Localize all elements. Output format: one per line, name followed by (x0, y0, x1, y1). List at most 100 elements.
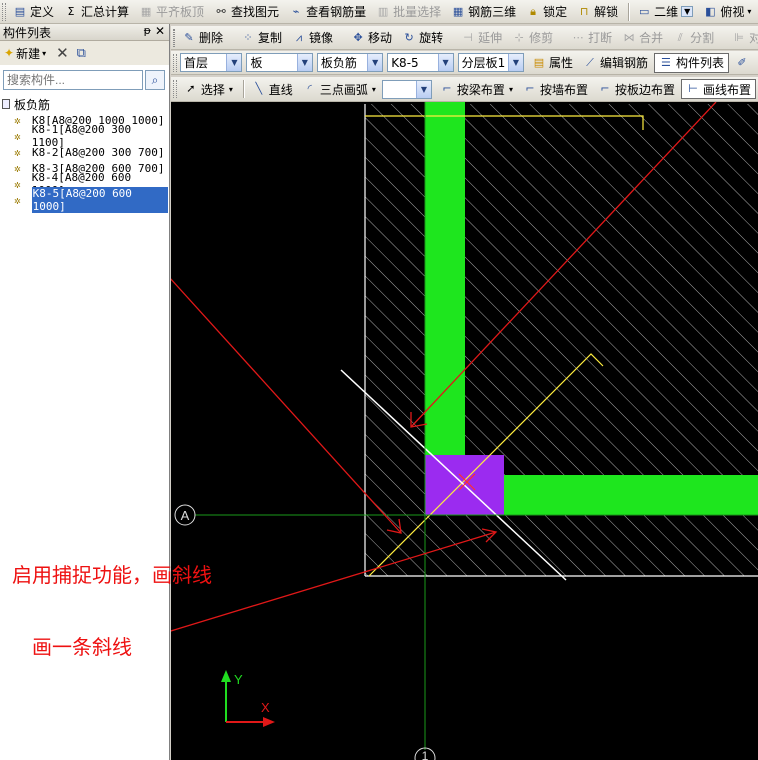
break-icon: ⋯ (572, 30, 584, 44)
view-2d-dropdown[interactable]: ▭ 二维 ▼ (633, 2, 697, 22)
chevron-down-icon: ▼ (415, 80, 431, 98)
axis-label-a: A (181, 508, 190, 523)
define-button[interactable]: ▤ 定义 (9, 2, 58, 22)
chevron-down-icon: ▾ (228, 84, 233, 94)
merge-button[interactable]: ⋈ 合并 (618, 28, 667, 48)
toolbar-grip[interactable] (173, 28, 175, 47)
ucs-y-arrow (221, 670, 231, 682)
line-button[interactable]: ╲ 直线 (248, 79, 297, 99)
delete-button[interactable]: ✎ 删除 (178, 28, 227, 48)
rotate-button[interactable]: ↻ 旋转 (398, 28, 447, 48)
view-2d-icon: ▭ (638, 4, 650, 18)
chevron-down-icon: ▼ (507, 54, 523, 71)
find-element-button[interactable]: ⚯ 查找图元 (210, 2, 283, 22)
by-wall-icon: ⌐ (525, 82, 535, 95)
gear-icon: ✲ (14, 193, 21, 207)
gear-icon: ✲ (14, 161, 21, 175)
component-select[interactable]: K8-5 ▼ (387, 53, 454, 72)
split-button[interactable]: ⫽ 分割 (669, 28, 718, 48)
arc3-button[interactable]: ◜ 三点画弧 ▾ (299, 79, 380, 99)
sigma-icon: Σ (67, 4, 75, 18)
gear-icon: ✲ (14, 145, 21, 159)
main-toolbar: ▤ 定义 Σ 汇总计算 ▦ 平齐板顶 ⚯ 查找图元 ⌁ 查看钢筋量 ▥ 批量选择 ▦ 钢筋三维… (0, 0, 758, 24)
new-component-button[interactable]: ✦ 新建 ▾ (4, 45, 46, 62)
chevron-down-icon: ▾ (371, 84, 376, 94)
by-beam-icon: ⌐ (442, 82, 452, 95)
tree-root[interactable]: 板负筋 (2, 96, 168, 112)
move-button[interactable]: ✥ 移动 (347, 28, 396, 48)
cad-drawing: A 1 Y X (171, 102, 758, 760)
copy-button[interactable]: ⁘ 复制 (237, 28, 286, 48)
edit-rebar-button[interactable]: ⟋ 编辑钢筋 (579, 53, 652, 73)
ucs-x-arrow (263, 717, 275, 727)
draw-line-button[interactable]: ⊢ 画线布置 (680, 79, 756, 99)
lock-button[interactable]: 🔒︎ 锁定 (522, 2, 571, 22)
chevron-down-icon: ▾ (747, 7, 752, 16)
chevron-down-icon: ▼ (367, 54, 383, 71)
beam-horizontal[interactable] (504, 475, 758, 515)
select-button[interactable]: ➚ 选择 ▾ (180, 79, 237, 99)
toolbar-separator (628, 2, 630, 21)
trim-button[interactable]: ⊹ 修剪 (508, 28, 557, 48)
folder-icon (2, 99, 10, 109)
view-rebar-button[interactable]: ⌁ 查看钢筋量 (285, 2, 370, 22)
sum-calc-button[interactable]: Σ 汇总计算 (60, 2, 133, 22)
list-item[interactable]: ✲ K8-2[A8@200 300 700] (2, 144, 168, 160)
align-top-button[interactable]: ▦ 平齐板顶 (135, 2, 208, 22)
gear-icon: ✲ (14, 129, 21, 143)
draw-toolbar: ➚ 选择 ▾ ╲ 直线 ◜ 三点画弧 ▾ ▼ ⌐ 按梁布置 ▾ ⌐ 按墙布置 ⌐ 按板边布置 ⊢ 画… (171, 77, 758, 102)
view-top-dropdown[interactable]: ◧ 俯视 ▾ (699, 2, 755, 22)
batch-select-button[interactable]: ▥ 批量选择 (372, 2, 445, 22)
list-item-selected[interactable]: ✲ K8-5[A8@200 600 1000] (2, 187, 168, 213)
search-input[interactable] (3, 70, 143, 90)
extend-button[interactable]: ⊣ 延伸 (457, 28, 506, 48)
type-select[interactable]: 板 ▼ (246, 53, 313, 72)
lock-icon: 🔒︎ (530, 4, 537, 18)
by-slab-edge-button[interactable]: ⌐ 按板边布置 (594, 79, 679, 99)
define-icon: ▤ (14, 4, 26, 18)
toolbar-grip[interactable] (173, 53, 177, 72)
pin-icon[interactable]: ᵽ (144, 24, 151, 37)
toolbar-grip[interactable] (173, 80, 177, 98)
extend-icon: ⊣ (463, 30, 473, 44)
axis-label-1: 1 (422, 749, 429, 760)
layer-select[interactable]: 分层板1 ▼ (457, 53, 524, 72)
floor-select[interactable]: 首层 ▼ (179, 53, 243, 72)
unlock-button[interactable]: ⊓ 解锁 (573, 2, 622, 22)
binoculars-icon: ⚯ (216, 4, 226, 18)
by-beam-button[interactable]: ⌐ 按梁布置 ▾ (436, 79, 517, 99)
edit-rebar-icon: ⟋ (586, 55, 594, 69)
chevron-down-icon: ▾ (42, 48, 47, 58)
drawing-canvas[interactable]: A 1 Y X (171, 102, 758, 760)
beam-vertical[interactable] (425, 102, 465, 455)
pick-button[interactable]: ✐ (731, 53, 756, 73)
mirror-button[interactable]: ⩘ 镜像 (288, 28, 337, 48)
list-item[interactable]: ✲ K8-1[A8@200 300 1100] (2, 123, 168, 149)
toolbar-grip[interactable] (2, 2, 6, 21)
break-button[interactable]: ⋯ 打断 (567, 28, 616, 48)
copy-icon[interactable]: ⧉ (77, 46, 86, 61)
arc-icon: ◜ (307, 82, 312, 95)
search-icon[interactable]: ⌕ (145, 70, 165, 90)
ucs-x-label: X (261, 700, 270, 715)
properties-button[interactable]: ▤ 属性 (528, 53, 577, 73)
subtype-select[interactable]: 板负筋 ▼ (316, 53, 384, 72)
trim-icon: ⊹ (514, 30, 524, 44)
align-icon: ⊫ (734, 30, 744, 44)
align-button[interactable]: ⊫对齐 (728, 28, 758, 48)
chevron-down-icon: ▼ (681, 6, 694, 17)
component-list-toggle[interactable]: ☰ 构件列表 (653, 52, 729, 73)
cursor-icon: ➚ (186, 82, 196, 95)
by-wall-button[interactable]: ⌐ 按墙布置 (519, 79, 592, 99)
draw-mode-select[interactable]: ▼ (381, 79, 432, 99)
chevron-down-icon: ▼ (437, 54, 453, 71)
close-icon[interactable]: ✕ (155, 24, 165, 38)
view-top-icon: ◧ (705, 4, 716, 18)
rebar-view-icon: ⌁ (292, 4, 300, 18)
delete-icon[interactable]: ✕ (56, 44, 69, 62)
ucs-y-label: Y (234, 672, 243, 687)
rebar-3d-button[interactable]: ▦ 钢筋三维 (447, 2, 520, 22)
properties-icon: ▤ (533, 55, 545, 69)
move-icon: ✥ (353, 30, 363, 44)
rotate-icon: ↻ (404, 30, 414, 44)
